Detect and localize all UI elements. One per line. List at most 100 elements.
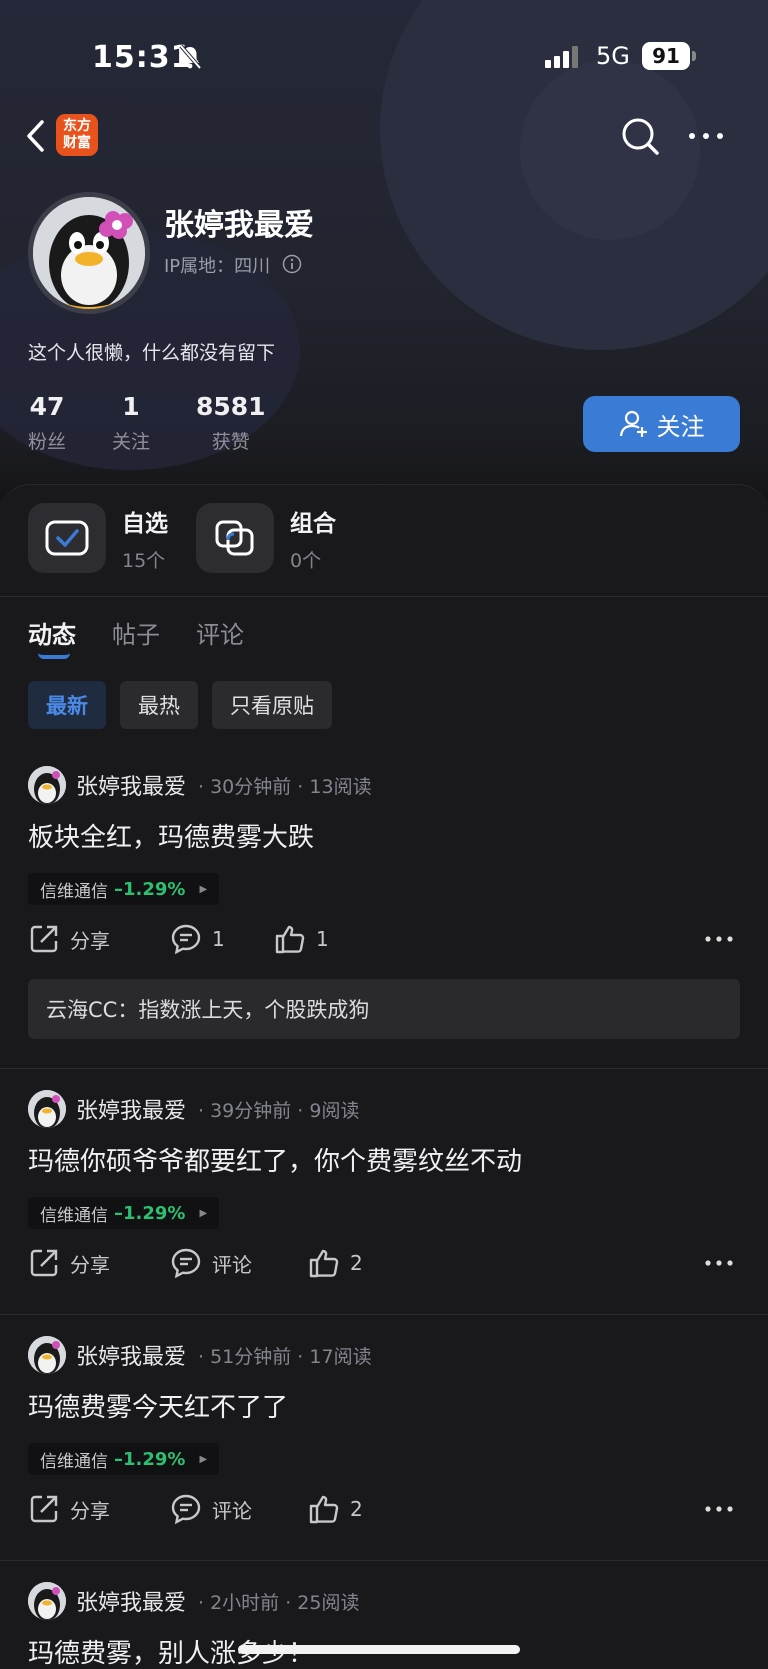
- portfolio-link[interactable]: 组合 0个: [196, 503, 336, 573]
- app-logo[interactable]: 东方 财富: [56, 114, 98, 156]
- watchlist-count: 15个: [122, 549, 166, 572]
- stat-label: 关注: [112, 431, 151, 453]
- comment-icon: [171, 1494, 201, 1525]
- author-name[interactable]: 张婷我最爱: [76, 1339, 186, 1371]
- logo-text-line1: 东方: [63, 118, 91, 134]
- share-button[interactable]: 分享: [28, 1489, 110, 1529]
- post-actions: 分享 评论 2: [28, 1243, 740, 1283]
- info-icon[interactable]: [282, 254, 302, 274]
- tab-activity[interactable]: 动态: [28, 615, 76, 650]
- home-indicator[interactable]: [238, 1645, 520, 1654]
- stock-change: –1.29%: [114, 878, 186, 900]
- stat-value: 8581: [196, 392, 266, 421]
- comment-icon: [171, 924, 201, 955]
- status-bar: 15:31 5G 91: [0, 30, 768, 82]
- author-avatar[interactable]: [28, 1090, 66, 1128]
- logo-text-line2: 财富: [63, 135, 91, 151]
- filter-hot[interactable]: 最热: [120, 681, 198, 729]
- more-options-icon[interactable]: [704, 1499, 734, 1519]
- penguin-avatar-icon: [28, 1090, 66, 1128]
- share-icon: [30, 1495, 58, 1523]
- post-item[interactable]: 张婷我最爱 · 30分钟前 · 13阅读 板块全红，玛德费雾大跌 信维通信 –1…: [0, 765, 768, 1039]
- more-options-icon[interactable]: [686, 126, 726, 146]
- stat-following[interactable]: 1 关注: [112, 392, 150, 454]
- stat-label: 获赞: [211, 431, 250, 453]
- tab-comments[interactable]: 评论: [196, 615, 244, 650]
- like-button[interactable]: 2: [308, 1243, 363, 1283]
- stat-value: 1: [122, 392, 140, 421]
- more-options-icon[interactable]: [704, 929, 734, 949]
- stat-likes[interactable]: 8581 获赞: [196, 392, 266, 454]
- comment-button[interactable]: 评论: [170, 1243, 252, 1283]
- thumbs-up-icon: [275, 925, 305, 954]
- comment-label: 评论: [212, 1498, 252, 1523]
- top-comment[interactable]: 云海CC：指数涨上天，个股跌成狗: [28, 979, 740, 1039]
- like-button[interactable]: 2: [308, 1489, 363, 1529]
- post-meta: · 2小时前 · 25阅读: [198, 1591, 360, 1614]
- share-label: 分享: [70, 928, 110, 953]
- author-name[interactable]: 张婷我最爱: [76, 769, 186, 801]
- share-label: 分享: [70, 1252, 110, 1277]
- stock-name: 信维通信: [40, 1205, 108, 1226]
- filter-original-only[interactable]: 只看原贴: [212, 681, 332, 729]
- author-avatar[interactable]: [28, 1582, 66, 1620]
- filter-chips: 最新 最热 只看原贴: [28, 681, 332, 729]
- divider: [0, 596, 768, 597]
- post-header: 张婷我最爱 · 39分钟前 · 9阅读: [28, 1089, 359, 1129]
- stock-name: 信维通信: [40, 1451, 108, 1472]
- comment-button[interactable]: 评论: [170, 1489, 252, 1529]
- stat-label: 粉丝: [28, 431, 67, 453]
- thumbs-up-icon: [309, 1495, 339, 1524]
- more-options-icon[interactable]: [704, 1253, 734, 1273]
- follow-button[interactable]: 关注: [583, 396, 740, 452]
- stock-name: 信维通信: [40, 881, 108, 902]
- post-item[interactable]: 张婷我最爱 · 39分钟前 · 9阅读 玛德你硕爷爷都要红了，你个费雾纹丝不动 …: [0, 1089, 768, 1299]
- post-header: 张婷我最爱 · 2小时前 · 25阅读: [28, 1581, 359, 1621]
- back-arrow-icon[interactable]: [24, 118, 48, 154]
- add-user-icon: [619, 410, 647, 437]
- author-avatar[interactable]: [28, 766, 66, 804]
- caret-right-icon: ▶: [199, 1207, 208, 1219]
- post-item[interactable]: 张婷我最爱 · 51分钟前 · 17阅读 玛德费雾今天红不了了 信维通信 –1.…: [0, 1335, 768, 1545]
- profile-avatar[interactable]: [28, 192, 150, 314]
- caret-right-icon: ▶: [199, 1453, 208, 1465]
- tab-posts[interactable]: 帖子: [112, 615, 160, 650]
- watchlist-link[interactable]: 自选 15个: [28, 503, 168, 573]
- author-name[interactable]: 张婷我最爱: [76, 1093, 186, 1125]
- active-tab-indicator: [38, 653, 70, 659]
- comment-count: 1: [212, 927, 225, 951]
- penguin-avatar-icon: [28, 766, 66, 804]
- penguin-avatar-icon: [33, 197, 145, 309]
- share-button[interactable]: 分享: [28, 1243, 110, 1283]
- comment-label: 评论: [212, 1252, 252, 1277]
- comment-button[interactable]: 1: [170, 919, 225, 959]
- post-title[interactable]: 玛德费雾今天红不了了: [28, 1387, 288, 1424]
- mute-bell-icon: [179, 44, 202, 70]
- comment-icon: [171, 1248, 201, 1279]
- search-icon[interactable]: [620, 116, 660, 156]
- penguin-avatar-icon: [28, 1582, 66, 1620]
- caret-right-icon: ▶: [199, 883, 208, 895]
- post-header: 张婷我最爱 · 51分钟前 · 17阅读: [28, 1335, 372, 1375]
- author-avatar[interactable]: [28, 1336, 66, 1374]
- content-sheet: 自选 15个 组合 0个 动态 帖子 评论 最新 最热 只看原贴 张婷我最爱 ·…: [0, 484, 768, 1669]
- post-title[interactable]: 板块全红，玛德费雾大跌: [28, 817, 314, 854]
- post-item[interactable]: 张婷我最爱 · 2小时前 · 25阅读 玛德费雾，别人涨多少！: [0, 1581, 768, 1669]
- post-meta: · 30分钟前 · 13阅读: [198, 775, 372, 798]
- post-meta: · 51分钟前 · 17阅读: [198, 1345, 372, 1368]
- share-button[interactable]: 分享: [28, 919, 110, 959]
- profile-name: 张婷我最爱: [164, 208, 314, 243]
- stock-tag[interactable]: 信维通信 –1.29% ▶: [28, 873, 220, 905]
- portfolio-title: 组合: [290, 510, 336, 537]
- content-tabs: 动态 帖子 评论: [28, 615, 244, 650]
- stat-fans[interactable]: 47 粉丝: [28, 392, 66, 454]
- stock-tag[interactable]: 信维通信 –1.29% ▶: [28, 1197, 220, 1229]
- filter-latest[interactable]: 最新: [28, 681, 106, 729]
- stock-tag[interactable]: 信维通信 –1.29% ▶: [28, 1443, 220, 1475]
- post-title[interactable]: 玛德你硕爷爷都要红了，你个费雾纹丝不动: [28, 1141, 522, 1178]
- like-button[interactable]: 1: [274, 919, 329, 959]
- author-name[interactable]: 张婷我最爱: [76, 1585, 186, 1617]
- post-header: 张婷我最爱 · 30分钟前 · 13阅读: [28, 765, 372, 805]
- like-count: 2: [350, 1251, 363, 1275]
- stock-change: –1.29%: [114, 1202, 186, 1224]
